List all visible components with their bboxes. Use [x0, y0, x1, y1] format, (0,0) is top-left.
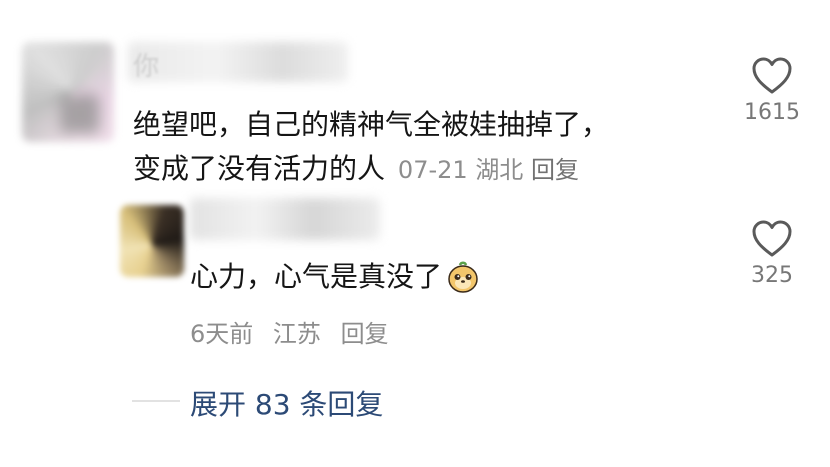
comment-like-button[interactable]: 1615	[722, 56, 822, 125]
reply-location: 江苏	[272, 320, 321, 348]
reply-body: 心力，心气是真没了	[190, 257, 480, 297]
reply-text: 心力，心气是真没了	[190, 260, 443, 293]
comment-like-count: 1615	[744, 100, 800, 125]
comment-text-line2: 变成了没有活力的人	[133, 152, 386, 185]
comment-body: 绝望吧，自己的精神气全被娃抽掉了， 变成了没有活力的人 07-21 湖北 回复	[133, 103, 693, 192]
heart-outline-icon	[752, 57, 792, 94]
meerkat-emoji	[446, 260, 480, 294]
expand-replies-button[interactable]: 展开 83 条回复	[190, 383, 383, 423]
expand-divider	[132, 400, 180, 402]
comment-location: 湖北	[475, 156, 524, 184]
replier-avatar[interactable]	[120, 205, 184, 277]
comment-date: 07-21	[397, 156, 468, 184]
reply-reply-button[interactable]: 回复	[341, 320, 389, 348]
heart-outline-icon	[752, 220, 792, 257]
commenter-avatar[interactable]	[22, 42, 114, 142]
replier-name-blurred[interactable]	[190, 198, 380, 240]
comment-text-line2-row: 变成了没有活力的人 07-21 湖北 回复	[133, 147, 693, 192]
commenter-name-visible-char: 你	[133, 52, 160, 82]
comment-meta: 07-21 湖北 回复	[398, 156, 579, 184]
reply-time: 6天前	[190, 320, 254, 348]
commenter-name-blurred[interactable]	[128, 42, 348, 82]
reply-like-count: 325	[751, 263, 793, 288]
reply-meta: 6天前 江苏 回复	[190, 314, 401, 349]
comment-reply-button[interactable]: 回复	[531, 156, 579, 184]
reply-like-button[interactable]: 325	[722, 219, 822, 288]
comment-text-line1: 绝望吧，自己的精神气全被娃抽掉了，	[133, 108, 610, 141]
